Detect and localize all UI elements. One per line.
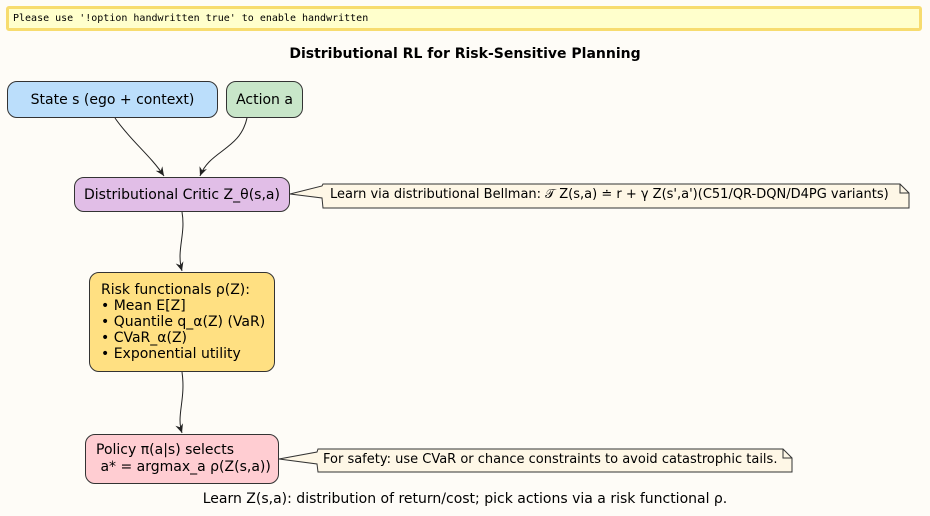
risk-functionals-node: Risk functionals ρ(Z): • Mean E[Z] • Qua…: [89, 272, 275, 372]
risk-heading: Risk functionals ρ(Z):: [101, 282, 250, 298]
arrow-action-to-critic: [199, 117, 248, 177]
safety-note: For safety: use CVaR or chance constrain…: [323, 452, 778, 467]
arrow-state-to-critic: [114, 117, 165, 177]
risk-item-cvar: • CVaR_α(Z): [101, 330, 188, 346]
risk-item-quantile: • Quantile q_α(Z) (VaR): [101, 314, 266, 330]
risk-item-exponential: • Exponential utility: [101, 346, 241, 362]
state-node: State s (ego + context): [7, 81, 218, 118]
policy-line-2: a* = argmax_a ρ(Z(s,a)): [96, 459, 271, 475]
arrow-risk-to-policy: [175, 371, 184, 434]
risk-item-mean: • Mean E[Z]: [101, 298, 186, 314]
policy-line-1: Policy π(a|s) selects: [96, 442, 235, 458]
diagram-caption: Learn Z(s,a): distribution of return/cos…: [202, 491, 728, 507]
distributional-critic-node: Distributional Critic Z_θ(s,a): [74, 177, 290, 212]
action-node-label: Action a: [236, 91, 293, 108]
arrow-critic-to-risk: [175, 211, 184, 272]
state-node-label: State s (ego + context): [30, 91, 195, 108]
critic-node-label: Distributional Critic Z_θ(s,a): [84, 186, 280, 203]
action-node: Action a: [226, 81, 303, 118]
bellman-note: Learn via distributional Bellman: 𝒯 Z(s,…: [330, 187, 889, 202]
policy-node: Policy π(a|s) selects a* = argmax_a ρ(Z(…: [85, 434, 279, 484]
